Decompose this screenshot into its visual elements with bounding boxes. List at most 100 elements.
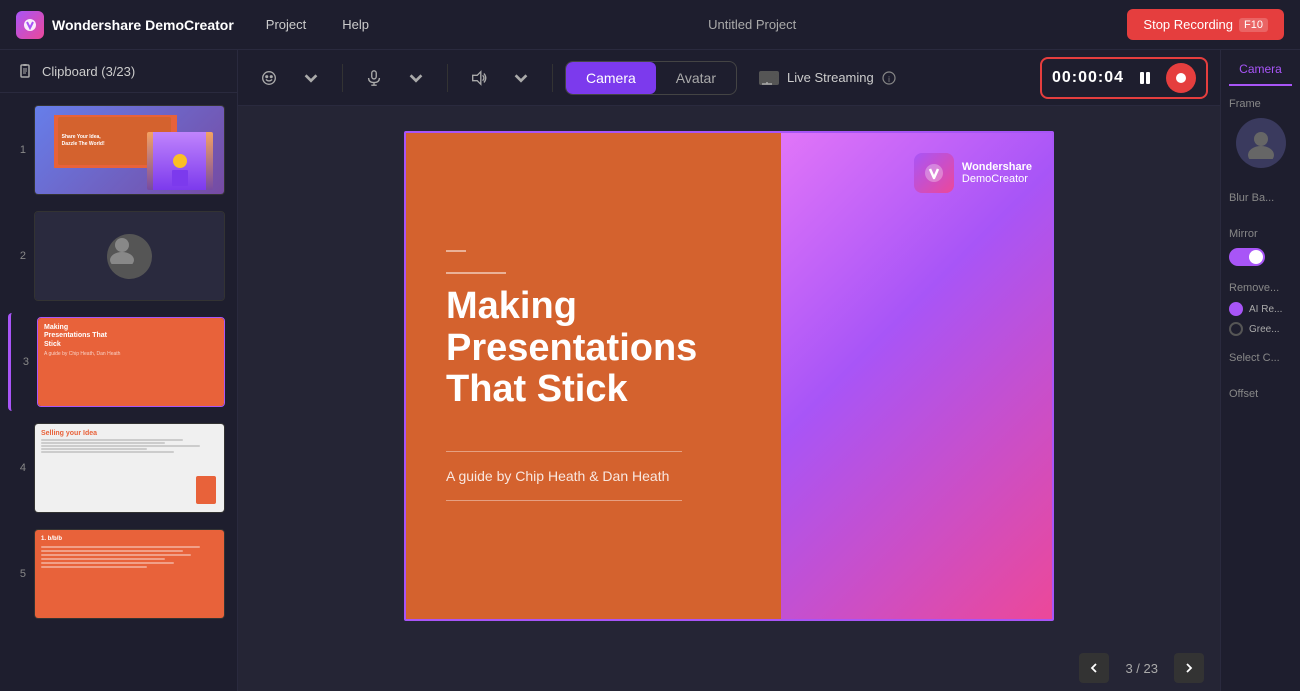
face-tool-button[interactable] [250, 63, 288, 93]
tool-divider [447, 64, 448, 92]
camera-button[interactable]: Camera [566, 62, 656, 94]
offset-section: Offset [1229, 388, 1292, 408]
select-label: Select C... [1229, 352, 1292, 364]
ai-re-label: AI Re... [1249, 304, 1282, 315]
slide-item-active[interactable]: 3 MakingPresentations ThatStick A guide … [8, 313, 229, 411]
avatar-preview [1236, 118, 1286, 168]
watermark-text: Wondershare DemoCreator [962, 161, 1032, 185]
slide-number: 4 [12, 462, 26, 474]
remove-label: Remove... [1229, 282, 1292, 294]
pause-icon [1137, 70, 1153, 86]
remove-section: Remove... AI Re... Gree... [1229, 282, 1292, 336]
slide-thumbnail: 1. b/b/b [34, 529, 225, 619]
svg-text:i: i [888, 75, 890, 84]
volume-dropdown-button[interactable] [502, 63, 540, 93]
sidebar-header: Clipboard (3/23) [0, 50, 237, 93]
prev-slide-button[interactable] [1079, 653, 1109, 683]
left-sidebar: Clipboard (3/23) 1 Share Your Idea, Dazz… [0, 50, 238, 691]
timer-display: 00:00:04 [1052, 69, 1124, 87]
volume-button[interactable] [460, 63, 498, 93]
camera-avatar-group: Camera Avatar [565, 61, 737, 95]
shortcut-badge: F10 [1239, 18, 1268, 32]
frame-section: Frame [1229, 98, 1292, 176]
right-panel-tab[interactable]: Camera [1229, 62, 1292, 86]
recording-controls: 00:00:04 [1040, 57, 1208, 99]
slide-number: 5 [12, 568, 26, 580]
tool-divider [552, 64, 553, 92]
ai-re-option: AI Re... [1229, 302, 1292, 316]
slide-thumbnail: MakingPresentations ThatStick A guide by… [37, 317, 225, 407]
project-name: Untitled Project [401, 17, 1103, 32]
volume-icon [470, 69, 488, 87]
slide-top-line [446, 272, 506, 274]
slide-number: 1 [12, 144, 26, 156]
watermark-line2: DemoCreator [962, 173, 1032, 185]
slide-number: 2 [12, 250, 26, 262]
canvas-content: Making Presentations That Stick A guide … [238, 106, 1220, 645]
slide-thumbnail: Share Your Idea, Dazzle The World! [34, 105, 225, 195]
microphone-button[interactable] [355, 63, 393, 93]
slide-item[interactable]: 4 Selling your Idea [8, 419, 229, 517]
face-tool-group [250, 63, 330, 93]
slide-subtitle: A guide by Chip Heath & Dan Heath [446, 468, 741, 484]
record-stop-button[interactable] [1166, 63, 1196, 93]
canvas-area: Making Presentations That Stick A guide … [238, 106, 1220, 691]
slide-watermark: Wondershare DemoCreator [914, 153, 1032, 193]
main-area: Clipboard (3/23) 1 Share Your Idea, Dazz… [0, 50, 1300, 691]
green-label: Gree... [1249, 324, 1280, 335]
mirror-toggle[interactable] [1229, 248, 1265, 266]
slide-item[interactable]: 2 [8, 207, 229, 305]
streaming-label: Live Streaming [787, 70, 874, 85]
avatar-button[interactable]: Avatar [656, 62, 736, 94]
next-slide-button[interactable] [1174, 653, 1204, 683]
nav-project[interactable]: Project [258, 13, 314, 36]
canvas-bottom: 3 / 23 [238, 645, 1220, 691]
blur-label: Blur Ba... [1229, 192, 1292, 204]
slide-bottom-line [446, 451, 682, 452]
clipboard-icon [16, 62, 34, 80]
green-option: Gree... [1229, 322, 1292, 336]
chevron-right-icon [1183, 662, 1195, 674]
slide-item[interactable]: 5 1. b/b/b [8, 525, 229, 623]
slide-dash [446, 250, 466, 252]
volume-tool-group [460, 63, 540, 93]
app-logo-icon [16, 11, 44, 39]
clipboard-title: Clipboard (3/23) [42, 64, 135, 79]
slide-bottom-line2 [446, 500, 682, 501]
slide-gradient-section [781, 133, 1052, 619]
slide-counter: 3 / 23 [1117, 661, 1166, 676]
stop-recording-label: Stop Recording [1143, 17, 1233, 32]
watermark-logo [914, 153, 954, 193]
remove-options: AI Re... Gree... [1229, 302, 1292, 336]
green-radio[interactable] [1229, 322, 1243, 336]
slides-list: 1 Share Your Idea, Dazzle The World! [0, 93, 237, 691]
blur-section: Blur Ba... [1229, 192, 1292, 212]
ai-re-radio[interactable] [1229, 302, 1243, 316]
chevron-down-icon [512, 69, 530, 87]
nav-menu: Project Help [258, 13, 377, 36]
toolbar: Camera Avatar Live Streaming i [238, 50, 1220, 106]
tool-divider [342, 64, 343, 92]
frame-label: Frame [1229, 98, 1292, 110]
stop-recording-button[interactable]: Stop Recording F10 [1127, 9, 1284, 40]
slide-orange-section: Making Presentations That Stick A guide … [406, 133, 781, 619]
face-icon [260, 69, 278, 87]
microphone-icon [365, 69, 383, 87]
chevron-down-icon [302, 69, 320, 87]
center-panel: Camera Avatar Live Streaming i [238, 50, 1220, 691]
logo-area: Wondershare DemoCreator [16, 11, 234, 39]
mirror-section: Mirror [1229, 228, 1292, 266]
pause-button[interactable] [1130, 63, 1160, 93]
mic-dropdown-button[interactable] [397, 63, 435, 93]
watermark-line1: Wondershare [962, 161, 1032, 173]
mic-tool-group [355, 63, 435, 93]
live-streaming-button[interactable]: Live Streaming i [745, 62, 910, 93]
right-panel: Camera Frame Blur Ba... Mirror Remove... [1220, 50, 1300, 691]
nav-help[interactable]: Help [334, 13, 377, 36]
offset-label: Offset [1229, 388, 1292, 400]
slide-number: 3 [15, 356, 29, 368]
face-dropdown-button[interactable] [292, 63, 330, 93]
slide-thumbnail [34, 211, 225, 301]
record-dot [1176, 73, 1186, 83]
slide-item[interactable]: 1 Share Your Idea, Dazzle The World! [8, 101, 229, 199]
